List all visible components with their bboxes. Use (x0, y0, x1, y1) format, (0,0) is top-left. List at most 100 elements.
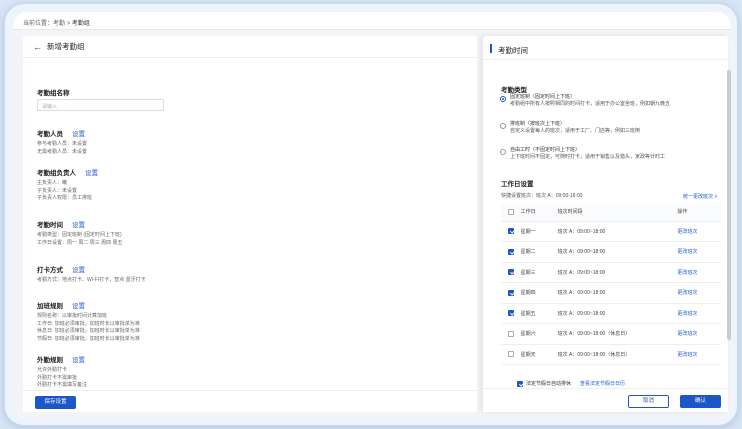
save-bar: 保存设置 (23, 390, 477, 412)
breadcrumb-prefix: 当前位置： (23, 21, 54, 27)
table-row: 星期三 班次 A：09:00~18:00 更改班次 (501, 262, 721, 283)
time-set-link[interactable]: 设置 (72, 219, 85, 229)
table-row: 星期五 班次 A：09:00~18:00 更改班次 (501, 303, 721, 324)
group-name-section: 考勤组名称 (37, 87, 70, 97)
type-option-free: 自由工时（不固定时间上下班） 上下班时间不固定，可随时打卡，适用于销售以及猎头，… (510, 147, 665, 161)
confirm-button[interactable]: 确认 (680, 395, 721, 408)
holiday-row: 法定节假日自动排休 查看法定节假日日历 (517, 380, 625, 387)
change-shift-link[interactable]: 更改班次 (677, 282, 721, 304)
breadcrumb-current: 考勤组 (71, 21, 90, 27)
change-shift-link[interactable]: 更改班次 (677, 262, 721, 283)
workday-table: 工作日 班次时间段 操作 星期一 班次 A：09:00~18:00 更改班次 星… (501, 203, 721, 365)
day-checkbox[interactable] (508, 351, 514, 358)
workday-label: 工作日设置 (501, 181, 534, 188)
day-checkbox[interactable] (508, 310, 514, 317)
device-frame: 当前位置：考勤 > 考勤组 ← 新增考勤组 考勤组名称 请输入 考勤人员 设置 参… (4, 3, 738, 426)
owner-line: 子负责人权限：员工排班 (37, 195, 93, 201)
save-button[interactable]: 保存设置 (35, 396, 76, 409)
change-shift-link[interactable]: 更改班次 (677, 303, 721, 324)
holiday-checkbox[interactable] (517, 380, 523, 387)
change-shift-link[interactable]: 更改班次 (677, 241, 721, 263)
shift-cell: 班次 A：09:00~18:00（休息日） (557, 323, 678, 345)
overtime-set-link[interactable]: 设置 (72, 300, 85, 310)
day-checkbox[interactable] (508, 228, 514, 235)
members-line: 无需考勤人员：未设置 (37, 148, 88, 155)
day-checkbox[interactable] (508, 269, 514, 276)
shift-cell: 班次 A：09:00~18:00 (557, 303, 678, 324)
type-radio-fixed[interactable] (500, 96, 506, 102)
overtime-section: 加班规则 设置 规则名称：以审批时间计算加班 工作日: 加班必须审批，加班时长以审… (37, 300, 140, 343)
members-set-link[interactable]: 设置 (72, 128, 85, 138)
type-label: 考勤类型 (501, 87, 527, 94)
table-header: 工作日 班次时间段 操作 (501, 203, 721, 222)
breadcrumb: 当前位置：考勤 > 考勤组 (13, 12, 731, 30)
title-accent-bar (490, 44, 492, 53)
members-title: 考勤人员 (37, 131, 63, 138)
header-day: 工作日 (520, 203, 558, 222)
day-cell: 星期五 (520, 303, 558, 324)
attendance-time-drawer: 考勤时间 考勤类型 固定班制（固定时间上下班） 考勤组中所有人按照相同的时间打卡… (483, 36, 731, 412)
app-screen: 当前位置：考勤 > 考勤组 ← 新增考勤组 考勤组名称 请输入 考勤人员 设置 参… (13, 12, 731, 419)
members-line: 参与考勤人员：未设置 (37, 141, 88, 147)
header-action: 操作 (677, 203, 721, 222)
day-checkbox[interactable] (508, 248, 514, 255)
quick-shift-text: 快捷设置班次：班次 A：09:00-18:00 (501, 193, 583, 199)
time-line: 考勤类型：固定班制 (固定时间上下班) (37, 232, 122, 238)
punch-set-link[interactable]: 设置 (72, 264, 85, 274)
time-title: 考勤时间 (37, 222, 63, 229)
table-row: 星期六 班次 A：09:00~18:00（休息日） 更改班次 (501, 323, 721, 345)
overtime-line: 规则名称：以审批时间计算加班 (37, 313, 108, 319)
time-section: 考勤时间 设置 考勤类型：固定班制 (固定时间上下班) 工作日设置：周一 周二 周… (37, 219, 123, 247)
change-shift-link[interactable]: 更改班次 (677, 323, 721, 345)
breadcrumb-item-attendance[interactable]: 考勤 (53, 21, 65, 27)
header-shift: 班次时间段 (557, 203, 678, 222)
owner-line: 子负责人：未设置 (37, 187, 78, 194)
owner-title: 考勤组负责人 (37, 170, 76, 177)
outside-title: 外勤规则 (37, 357, 63, 364)
day-checkbox[interactable] (508, 330, 514, 337)
type-radio-shift[interactable] (500, 123, 506, 129)
drawer-scrollbar[interactable] (727, 70, 731, 340)
punch-title: 打卡方式 (37, 267, 63, 274)
members-section: 考勤人员 设置 参与考勤人员：未设置 无需考勤人员：未设置 (37, 128, 87, 156)
option-name: 排班制（按班次上下班） (510, 121, 566, 127)
overtime-title: 加班规则 (37, 303, 63, 310)
overtime-line: 休息日: 加班必须审批，加班时长以审批单为准 (37, 328, 140, 334)
outside-line: 外勤打卡不需审批 (37, 374, 78, 381)
breadcrumb-separator: > (66, 21, 71, 27)
holiday-calendar-link[interactable]: 查看法定节假日日历 (580, 380, 625, 387)
option-desc: 考勤组中所有人按照相同的时间打卡，适用于办公室坐班，例如朝九晚五 (510, 101, 671, 107)
table-row: 星期天 班次 A：09:00~18:00（休息日） 更改班次 (501, 344, 721, 365)
overtime-line: 工作日: 加班必须审批，加班时长以审批单为准 (37, 320, 140, 327)
drawer-title: 考勤时间 (498, 46, 528, 55)
outside-section: 外勤规则 设置 允许外勤打卡 外勤打卡不需审批 外勤打卡不需填写备注 (37, 354, 87, 390)
overtime-line: 节假日: 加班必须审批，加班时长以审批单为准 (37, 335, 140, 342)
type-radio-free[interactable] (500, 149, 506, 155)
type-option-fixed: 固定班制（固定时间上下班） 考勤组中所有人按照相同的时间打卡，适用于办公室坐班，… (510, 94, 670, 108)
day-checkbox[interactable] (508, 289, 514, 296)
cancel-button[interactable]: 取消 (628, 395, 669, 408)
group-name-input[interactable]: 请输入 (37, 99, 164, 111)
owner-section: 考勤组负责人 设置 主负责人：曦 子负责人：未设置 子负责人权限：员工排班 (37, 167, 98, 203)
day-cell: 星期二 (520, 241, 558, 263)
owner-set-link[interactable]: 设置 (85, 167, 98, 177)
table-row: 星期一 班次 A：09:00~18:00 更改班次 (501, 221, 721, 242)
back-arrow-icon[interactable]: ← (33, 42, 42, 51)
day-cell: 星期三 (520, 262, 558, 283)
shift-cell: 班次 A：09:00~18:00 (557, 282, 678, 304)
unify-shift-link[interactable]: 统一更改班次 > (683, 193, 717, 200)
day-cell: 星期一 (520, 221, 558, 242)
time-line: 工作日设置：周一 周二 周三 周四 周五 (37, 239, 123, 246)
change-shift-link[interactable]: 更改班次 (677, 344, 721, 365)
table-row: 星期四 班次 A：09:00~18:00 更改班次 (501, 282, 721, 304)
type-option-shift: 排班制（按班次上下班） 自定义设置每人的班次，适用于工厂、门店等，例如三班倒 (510, 121, 640, 135)
new-group-panel: ← 新增考勤组 考勤组名称 请输入 考勤人员 设置 参与考勤人员：未设置 无需考勤… (23, 36, 477, 412)
outside-set-link[interactable]: 设置 (72, 354, 85, 364)
drawer-footer: 取消 确认 (483, 388, 728, 412)
select-all-checkbox[interactable] (508, 208, 514, 215)
option-desc: 上下班时间不固定，可随时打卡，适用于销售以及猎头，家政等计时工 (510, 154, 666, 160)
change-shift-link[interactable]: 更改班次 (677, 221, 721, 242)
panel-header: ← 新增考勤组 (23, 36, 477, 58)
table-row: 星期二 班次 A：09:00~18:00 更改班次 (501, 241, 721, 263)
group-name-label: 考勤组名称 (37, 90, 70, 97)
